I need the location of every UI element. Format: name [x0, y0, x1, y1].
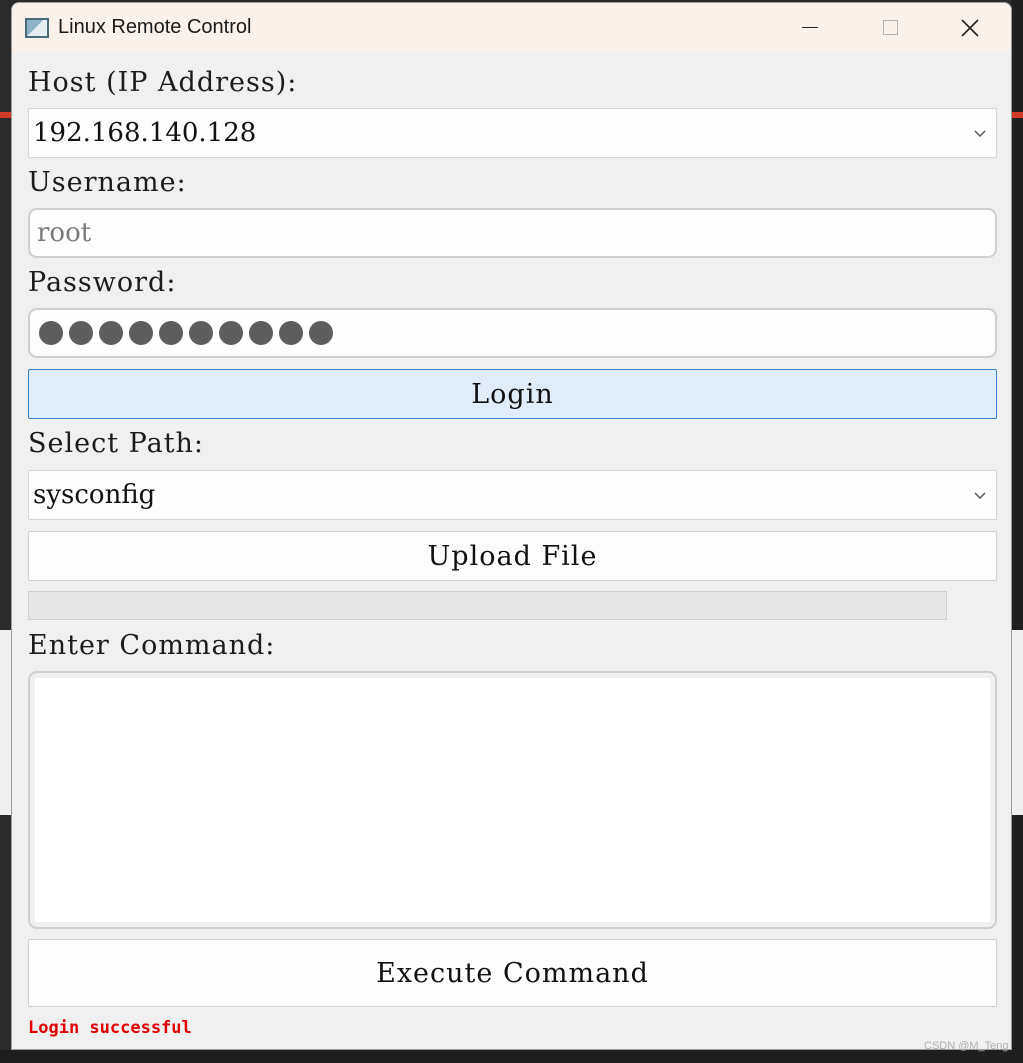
password-dot — [309, 321, 333, 345]
command-label: Enter Command: — [28, 630, 276, 661]
path-label: Select Path: — [28, 428, 205, 459]
password-dot — [39, 321, 63, 345]
username-input[interactable]: root — [28, 208, 997, 258]
password-dot — [159, 321, 183, 345]
path-value: sysconfig — [33, 480, 156, 510]
host-label: Host (IP Address): — [28, 67, 298, 98]
password-dot — [129, 321, 153, 345]
maximize-button[interactable] — [850, 3, 930, 52]
command-textarea[interactable] — [28, 671, 997, 929]
password-dot — [69, 321, 93, 345]
execute-command-button[interactable]: Execute Command — [28, 939, 997, 1007]
username-label: Username: — [28, 167, 187, 198]
maximize-icon — [882, 20, 898, 35]
username-placeholder: root — [37, 218, 92, 248]
desktop-background-accent — [1012, 112, 1023, 118]
close-button[interactable] — [930, 3, 1010, 52]
password-dot — [249, 321, 273, 345]
title-bar[interactable]: Linux Remote Control — [12, 3, 1011, 52]
close-icon — [961, 18, 979, 37]
host-combobox[interactable]: 192.168.140.128 — [28, 108, 997, 158]
upload-file-button[interactable]: Upload File — [28, 531, 997, 581]
chevron-down-icon — [974, 492, 986, 499]
password-input[interactable] — [28, 308, 997, 358]
upload-progress-bar — [28, 591, 947, 620]
desktop-background-right — [1012, 0, 1023, 1063]
minimize-icon — [802, 26, 818, 29]
password-dot — [189, 321, 213, 345]
app-icon — [25, 17, 49, 38]
minimize-button[interactable] — [770, 3, 850, 52]
watermark: CSDN @M_Teng — [924, 1040, 1009, 1052]
host-value: 192.168.140.128 — [33, 118, 257, 148]
password-dot — [99, 321, 123, 345]
login-button[interactable]: Login — [28, 369, 997, 419]
password-label: Password: — [28, 267, 177, 298]
command-text — [35, 678, 990, 922]
desktop-background-bottom — [0, 1050, 1023, 1063]
status-message: Login successful — [28, 1018, 192, 1038]
password-mask — [39, 321, 333, 345]
path-combobox[interactable]: sysconfig — [28, 470, 997, 520]
password-dot — [279, 321, 303, 345]
password-dot — [219, 321, 243, 345]
window-title: Linux Remote Control — [58, 16, 252, 38]
app-window: Linux Remote Control Host (IP Address): … — [11, 2, 1012, 1050]
chevron-down-icon — [974, 130, 986, 137]
